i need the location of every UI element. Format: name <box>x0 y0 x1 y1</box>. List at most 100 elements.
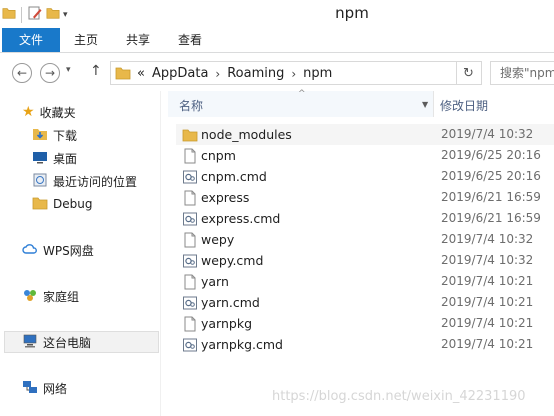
nav-favorites[interactable]: ★ 收藏夹 <box>22 101 76 123</box>
nav-network[interactable]: 网络 <box>22 377 67 399</box>
folder-icon <box>115 65 131 84</box>
file-date: 2019/7/4 10:21 <box>441 316 534 330</box>
navigation-pane: ★ 收藏夹 下载 桌面 最近访问的位置 Debug WPS网盘 家庭组 这台电脑… <box>0 91 168 416</box>
file-row[interactable]: express 2019/6/21 16:59 <box>176 187 554 208</box>
file-date: 2019/6/21 16:59 <box>441 211 541 225</box>
search-input[interactable]: 搜索"npm" <box>490 61 554 85</box>
desktop-icon <box>32 149 48 168</box>
address-row: ← → ▾ ↑ « AppData › Roaming › npm ▾ ↻ 搜索… <box>0 53 554 91</box>
file-name: yarn <box>201 274 229 289</box>
file-row[interactable]: node_modules 2019/7/4 10:32 <box>176 124 554 145</box>
column-name-label: 名称 <box>179 99 204 113</box>
homegroup-icon <box>22 287 38 306</box>
nav-item-label: 最近访问的位置 <box>53 174 138 189</box>
file-date: 2019/7/4 10:21 <box>441 295 534 309</box>
file-name: yarnpkg.cmd <box>201 337 283 352</box>
file-name: wepy <box>201 232 235 247</box>
nav-this-pc[interactable]: 这台电脑 <box>4 331 159 353</box>
file-row[interactable]: wepy.cmd 2019/7/4 10:32 <box>176 250 554 271</box>
title-bar: ▾ npm <box>0 0 554 28</box>
file-name: wepy.cmd <box>201 253 264 268</box>
forward-button[interactable]: → <box>40 63 60 83</box>
back-button[interactable]: ← <box>12 63 32 83</box>
file-icon <box>182 148 198 164</box>
cmd-file-icon <box>182 169 198 185</box>
nav-item-label: 网络 <box>43 381 68 396</box>
column-name[interactable]: ^ 名称 ▼ <box>168 89 434 117</box>
up-button[interactable]: ↑ <box>90 63 102 79</box>
refresh-button[interactable]: ↻ <box>456 61 480 85</box>
breadcrumb: « AppData › Roaming › npm <box>137 66 332 81</box>
file-name: cnpm.cmd <box>201 169 267 184</box>
file-row[interactable]: yarn.cmd 2019/7/4 10:21 <box>176 292 554 313</box>
file-row[interactable]: wepy 2019/7/4 10:32 <box>176 229 554 250</box>
star-icon: ★ <box>22 104 35 120</box>
tab-view[interactable]: 查看 <box>174 28 206 52</box>
file-date: 2019/6/21 16:59 <box>441 190 541 204</box>
computer-icon <box>22 333 38 352</box>
tab-home[interactable]: 主页 <box>70 28 102 52</box>
nav-item-recent-places[interactable]: 最近访问的位置 <box>32 170 137 192</box>
file-row[interactable]: cnpm.cmd 2019/6/25 20:16 <box>176 166 554 187</box>
address-bar[interactable]: « AppData › Roaming › npm ▾ <box>110 61 550 85</box>
file-icon <box>182 316 198 332</box>
watermark-text: https://blog.csdn.net/weixin_42231190 <box>272 389 526 404</box>
breadcrumb-roaming[interactable]: Roaming <box>227 66 284 81</box>
file-name: yarn.cmd <box>201 295 260 310</box>
arrow-right-icon: → <box>44 66 56 80</box>
breadcrumb-npm[interactable]: npm <box>303 66 332 81</box>
nav-wps-cloud[interactable]: WPS网盘 <box>22 239 94 261</box>
nav-item-label: 这台电脑 <box>43 335 92 350</box>
nav-item-label: Debug <box>53 197 93 211</box>
tab-file[interactable]: 文件 <box>2 28 60 52</box>
file-name: yarnpkg <box>201 316 253 331</box>
nav-item-label: 下载 <box>53 128 78 143</box>
window-title: npm <box>335 4 369 22</box>
file-icon <box>182 274 198 290</box>
file-date: 2019/7/4 10:21 <box>441 274 534 288</box>
file-name: express <box>201 190 250 205</box>
nav-item-label: 桌面 <box>53 151 78 166</box>
folder-icon <box>182 127 198 143</box>
file-row[interactable]: cnpm 2019/6/25 20:16 <box>176 145 554 166</box>
pane-divider[interactable] <box>160 91 161 416</box>
breadcrumb-overflow[interactable]: « <box>137 66 145 81</box>
file-icon <box>182 232 198 248</box>
column-filter-dropdown-icon[interactable]: ▼ <box>422 100 428 109</box>
breadcrumb-appdata[interactable]: AppData <box>152 66 208 81</box>
arrow-left-icon: ← <box>16 66 28 80</box>
nav-item-downloads[interactable]: 下载 <box>32 124 77 146</box>
column-date-modified[interactable]: 修改日期 <box>440 97 488 114</box>
folder-icon <box>32 195 48 214</box>
network-icon <box>22 379 38 398</box>
file-name: node_modules <box>201 127 292 142</box>
nav-item-debug[interactable]: Debug <box>32 193 92 215</box>
nav-item-label: WPS网盘 <box>43 243 94 258</box>
cmd-file-icon <box>182 337 198 353</box>
file-date: 2019/6/25 20:16 <box>441 148 541 162</box>
file-date: 2019/6/25 20:16 <box>441 169 541 183</box>
nav-item-label: 家庭组 <box>43 289 80 304</box>
cmd-file-icon <box>182 253 198 269</box>
ribbon-tabs: 文件 主页 共享 查看 <box>0 28 554 53</box>
nav-homegroup[interactable]: 家庭组 <box>22 285 79 307</box>
recent-places-icon <box>32 172 48 191</box>
chevron-right-icon[interactable]: › <box>291 67 296 81</box>
arrow-up-icon: ↑ <box>90 63 102 79</box>
file-date: 2019/7/4 10:32 <box>441 232 534 246</box>
tab-share[interactable]: 共享 <box>122 28 154 52</box>
file-name: cnpm <box>201 148 236 163</box>
column-header: ^ 名称 ▼ 修改日期 <box>168 89 554 117</box>
file-row[interactable]: yarnpkg 2019/7/4 10:21 <box>176 313 554 334</box>
refresh-icon: ↻ <box>463 65 474 81</box>
file-row[interactable]: yarn 2019/7/4 10:21 <box>176 271 554 292</box>
file-row[interactable]: yarnpkg.cmd 2019/7/4 10:21 <box>176 334 554 355</box>
sort-ascending-icon: ^ <box>298 89 306 99</box>
nav-item-desktop[interactable]: 桌面 <box>32 147 77 169</box>
recent-locations-dropdown-icon[interactable]: ▾ <box>66 65 71 75</box>
file-row[interactable]: express.cmd 2019/6/21 16:59 <box>176 208 554 229</box>
chevron-right-icon[interactable]: › <box>215 67 220 81</box>
file-date: 2019/7/4 10:32 <box>441 127 534 141</box>
cloud-icon <box>22 241 38 260</box>
cmd-file-icon <box>182 295 198 311</box>
